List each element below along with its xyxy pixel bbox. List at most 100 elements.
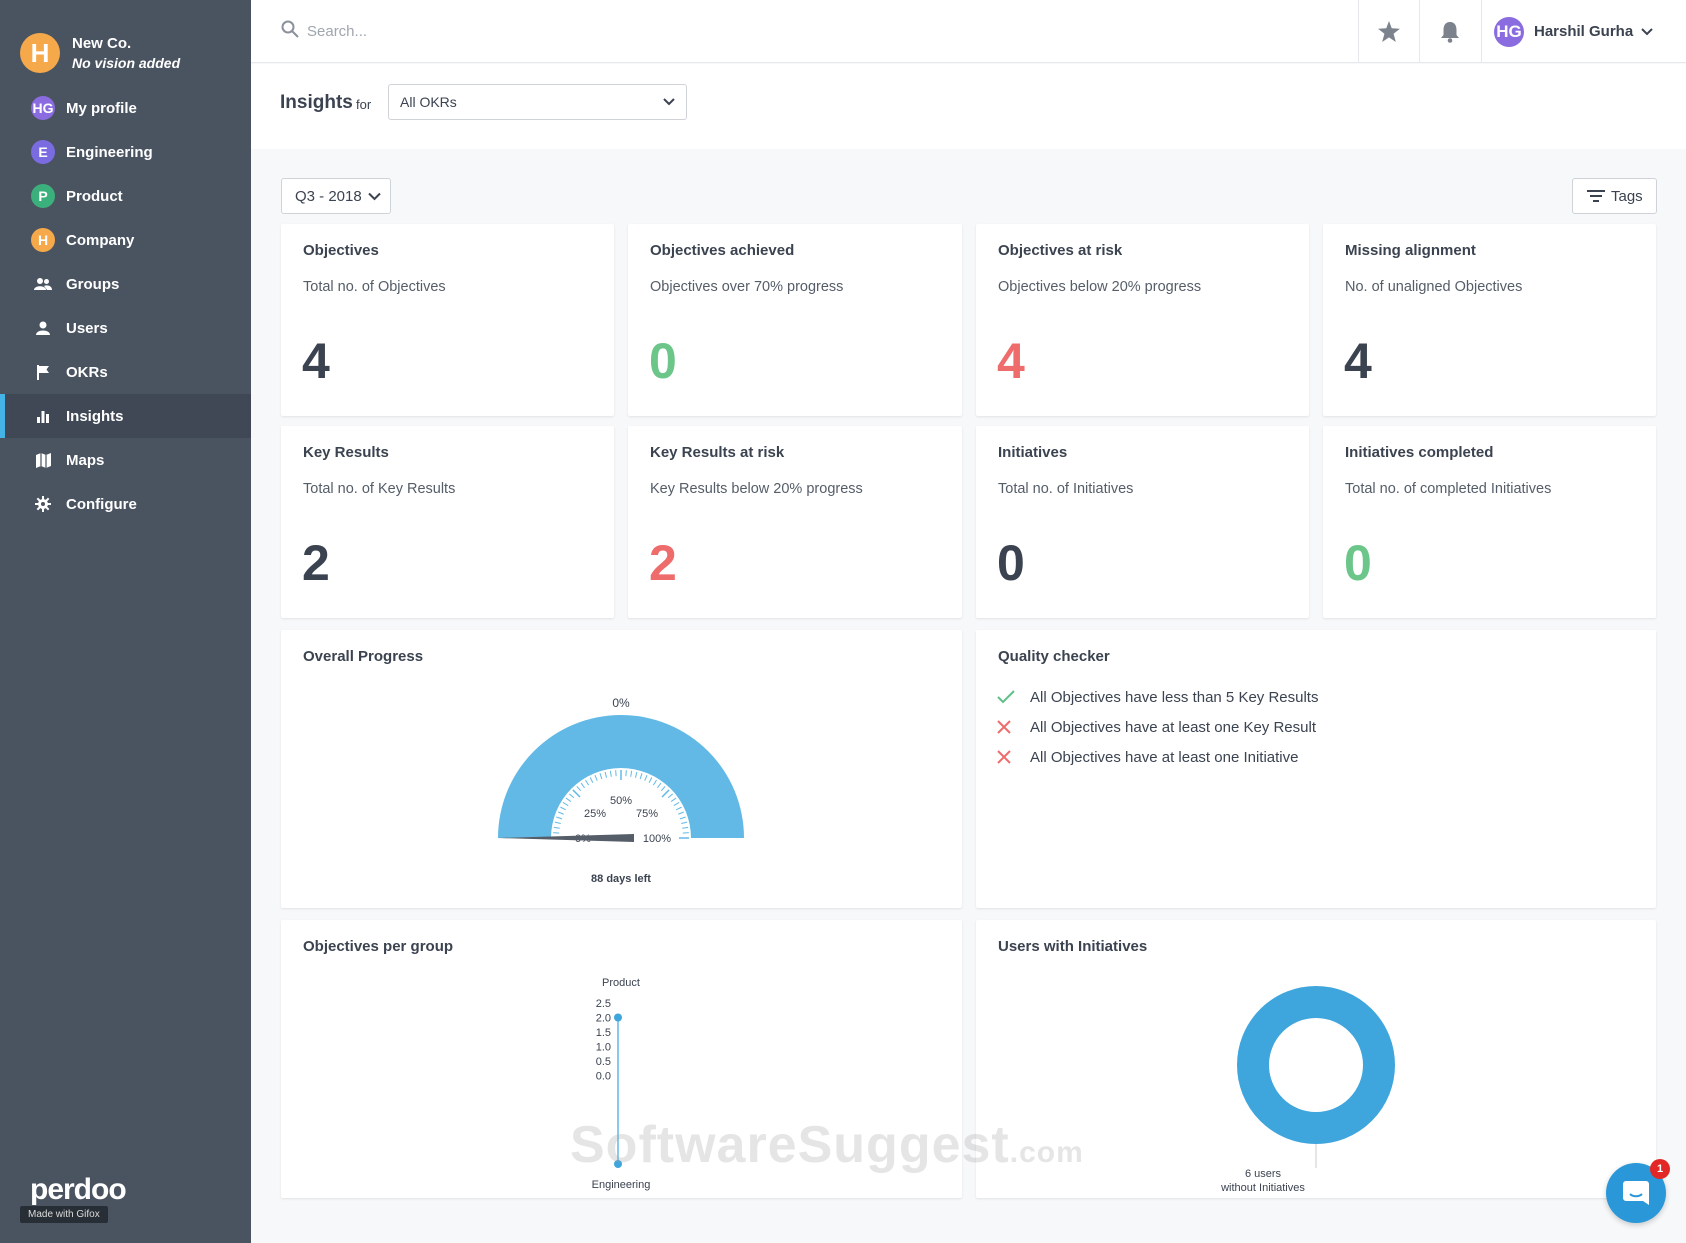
company-vision: No vision added bbox=[72, 55, 181, 71]
gauge-value-label: 0% bbox=[612, 696, 630, 710]
axis-label-top: Product bbox=[602, 977, 640, 989]
gauge-tick bbox=[568, 793, 575, 799]
company-header[interactable]: H New Co. No vision added bbox=[0, 0, 251, 86]
favorites-button[interactable] bbox=[1358, 0, 1419, 63]
sidebar-item-label: Maps bbox=[66, 451, 105, 469]
topbar: HG Harshil Gurha bbox=[251, 0, 1686, 63]
gauge-scale-label: 50% bbox=[610, 795, 632, 807]
gauge-tick bbox=[585, 779, 590, 786]
progress-gauge: 0% 0% 25% 50% 75% 100% 88 days left bbox=[498, 696, 744, 885]
stat-title: Key Results at risk bbox=[650, 444, 785, 461]
sidebar-item-product[interactable]: P Product bbox=[0, 174, 251, 218]
tags-button[interactable]: Tags bbox=[1572, 178, 1657, 214]
data-point-product bbox=[614, 1013, 622, 1022]
engineering-avatar-icon: E bbox=[30, 139, 56, 165]
user-menu[interactable]: HG Harshil Gurha bbox=[1481, 0, 1686, 63]
quarter-value: Q3 - 2018 bbox=[295, 187, 362, 205]
sidebar-item-users[interactable]: Users bbox=[0, 306, 251, 350]
gauge-tick bbox=[594, 774, 598, 781]
gifox-badge: Made with Gifox bbox=[20, 1206, 108, 1223]
gauge-tick bbox=[554, 821, 561, 825]
sidebar-item-configure[interactable]: Configure bbox=[0, 482, 251, 526]
stat-card-initiatives[interactable]: Initiatives Total no. of Initiatives 0 bbox=[976, 426, 1309, 618]
sidebar-item-insights[interactable]: Insights bbox=[0, 394, 251, 438]
star-icon bbox=[1378, 21, 1400, 42]
insights-header: Insights for All OKRs bbox=[251, 64, 1686, 149]
stat-subtitle: No. of unaligned Objectives bbox=[1345, 279, 1523, 295]
days-left-label: 88 days left bbox=[591, 873, 651, 885]
y-tick-label: 2.0 bbox=[596, 1013, 611, 1025]
stat-card-key-results-at-risk[interactable]: Key Results at risk Key Results below 20… bbox=[628, 426, 962, 618]
gauge-scale-label: 75% bbox=[636, 808, 658, 820]
gauge-tick bbox=[634, 771, 638, 778]
stat-card-objectives-at-risk[interactable]: Objectives at risk Objectives below 20% … bbox=[976, 224, 1309, 416]
insights-for-label: for bbox=[356, 97, 372, 112]
gauge-tick bbox=[565, 797, 572, 802]
user-avatar: HG bbox=[1494, 16, 1524, 47]
cross-icon bbox=[976, 750, 1030, 764]
overall-progress-card: Overall Progress 0% 0% 25% 50% 75% 100% … bbox=[281, 630, 962, 908]
sidebar-item-label: Product bbox=[66, 187, 123, 205]
sidebar-item-my-profile[interactable]: HG My profile bbox=[0, 86, 251, 130]
y-tick-label: 1.5 bbox=[596, 1027, 611, 1039]
quality-check-item: All Objectives have at least one Initiat… bbox=[976, 742, 1318, 772]
sidebar-item-maps[interactable]: Maps bbox=[0, 438, 251, 482]
stat-title: Objectives bbox=[303, 242, 379, 259]
groups-icon bbox=[30, 271, 56, 297]
stat-value: 4 bbox=[997, 333, 1025, 389]
stat-card-objectives[interactable]: Objectives Total no. of Objectives 4 bbox=[281, 224, 614, 416]
company-avatar: H bbox=[20, 33, 60, 73]
gauge-tick bbox=[681, 821, 688, 825]
chevron-down-icon bbox=[368, 192, 381, 200]
stat-subtitle: Total no. of Initiatives bbox=[998, 481, 1134, 497]
gauge-tick bbox=[589, 777, 594, 783]
sidebar-item-groups[interactable]: Groups bbox=[0, 262, 251, 306]
stat-card-key-results[interactable]: Key Results Total no. of Key Results 2 bbox=[281, 426, 614, 618]
gauge-tick bbox=[562, 802, 569, 807]
notifications-button[interactable] bbox=[1419, 0, 1480, 63]
map-icon bbox=[30, 447, 56, 473]
user-icon bbox=[30, 315, 56, 341]
stat-subtitle: Total no. of Key Results bbox=[303, 481, 456, 497]
stat-card-objectives-achieved[interactable]: Objectives achieved Objectives over 70% … bbox=[628, 224, 962, 416]
gauge-tick bbox=[557, 811, 564, 815]
stat-title: Initiatives completed bbox=[1345, 444, 1494, 461]
okr-filter-select[interactable]: All OKRs bbox=[388, 84, 687, 120]
stat-subtitle: Objectives below 20% progress bbox=[998, 279, 1202, 295]
stat-subtitle: Total no. of completed Initiatives bbox=[1345, 481, 1552, 497]
card-title: Overall Progress bbox=[303, 648, 424, 665]
gauge-tick bbox=[639, 773, 643, 780]
gauge-tick bbox=[682, 826, 689, 829]
gauge-tick bbox=[609, 770, 612, 777]
gauge-tick bbox=[630, 770, 633, 777]
search-icon bbox=[281, 20, 299, 43]
gauge-tick bbox=[678, 811, 685, 815]
stat-card-missing-alignment[interactable]: Missing alignment No. of unaligned Objec… bbox=[1323, 224, 1656, 416]
bell-icon bbox=[1441, 21, 1459, 43]
okr-filter-value: All OKRs bbox=[400, 94, 457, 110]
chat-unread-badge: 1 bbox=[1650, 1159, 1670, 1179]
sidebar-item-okrs[interactable]: OKRs bbox=[0, 350, 251, 394]
gauge-tick bbox=[553, 826, 560, 829]
search-input[interactable] bbox=[307, 23, 607, 40]
y-tick-label: 1.0 bbox=[596, 1042, 611, 1054]
gauge-tick bbox=[648, 777, 653, 783]
stat-title: Initiatives bbox=[998, 444, 1068, 461]
stat-title: Missing alignment bbox=[1345, 242, 1476, 259]
sidebar-item-company[interactable]: H Company bbox=[0, 218, 251, 262]
quality-check-item: All Objectives have at least one Key Res… bbox=[976, 712, 1318, 742]
gauge-tick bbox=[556, 816, 563, 820]
quarter-selector[interactable]: Q3 - 2018 bbox=[281, 178, 391, 214]
tags-label: Tags bbox=[1611, 187, 1643, 205]
user-name: Harshil Gurha bbox=[1534, 23, 1634, 40]
gauge-tick bbox=[576, 785, 582, 792]
sidebar-item-label: OKRs bbox=[66, 363, 108, 381]
chat-launcher-button[interactable]: 1 bbox=[1606, 1159, 1670, 1223]
gauge-tick bbox=[670, 797, 677, 802]
sidebar-item-label: Engineering bbox=[66, 143, 153, 161]
my-profile-avatar-icon: HG bbox=[30, 95, 56, 121]
stat-card-initiatives-completed[interactable]: Initiatives completed Total no. of compl… bbox=[1323, 426, 1656, 618]
quality-check-text: All Objectives have less than 5 Key Resu… bbox=[1030, 688, 1319, 706]
sidebar-item-label: Groups bbox=[66, 275, 120, 293]
sidebar-item-engineering[interactable]: E Engineering bbox=[0, 130, 251, 174]
